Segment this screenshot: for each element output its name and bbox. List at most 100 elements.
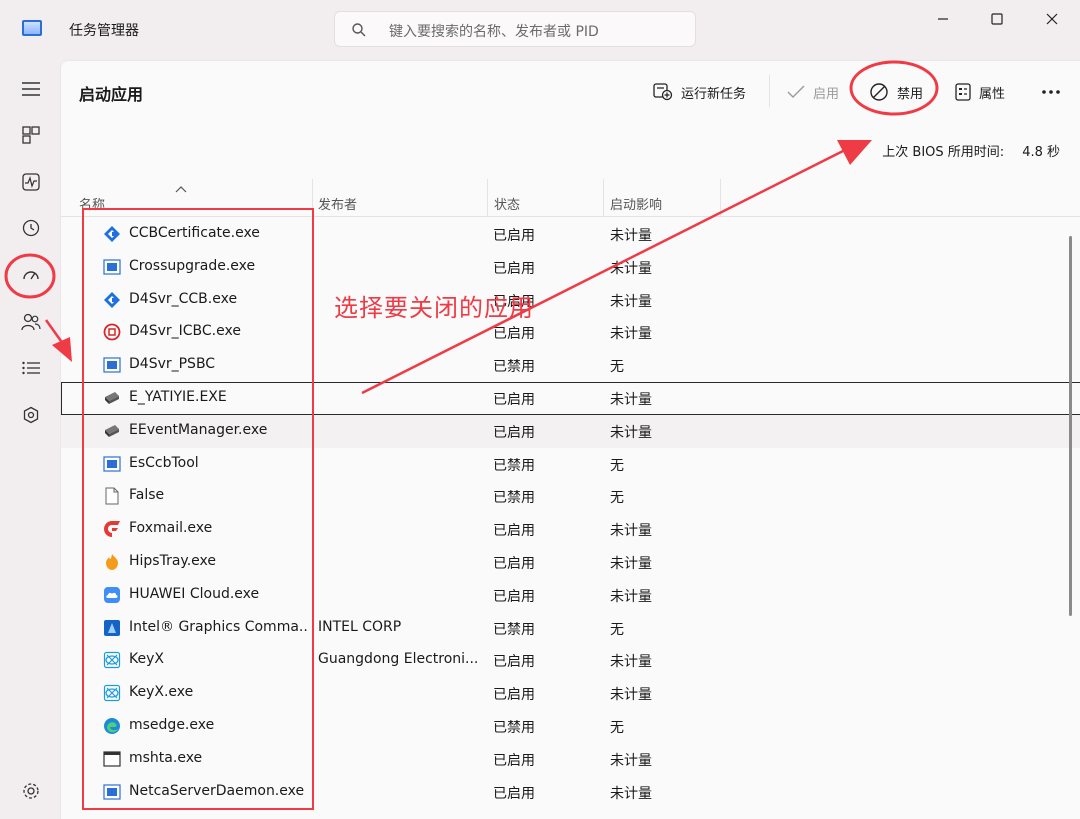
app-name: mshta.exe xyxy=(129,749,203,766)
users-icon xyxy=(21,313,41,331)
more-options-button[interactable] xyxy=(1041,79,1069,105)
sidebar-item-app-history[interactable] xyxy=(14,211,48,245)
column-header-startup-impact[interactable]: 启动影响 xyxy=(610,194,662,213)
run-task-icon xyxy=(653,83,673,101)
table-row[interactable]: E_YATIYIE.EXE 已启用 未计量 xyxy=(61,381,1080,415)
table-row[interactable]: KeyX Guangdong Electroni... 已启用 未计量 xyxy=(61,644,1080,677)
search-box[interactable]: 键入要搜索的名称、发布者或 PID xyxy=(334,11,696,47)
minimize-button[interactable] xyxy=(928,8,958,30)
app-title: 任务管理器 xyxy=(69,23,139,39)
table-row[interactable]: HUAWEI Cloud.exe 已启用 未计量 xyxy=(61,579,1080,612)
table-row[interactable]: Foxmail.exe 已启用 未计量 xyxy=(61,513,1080,546)
table-row[interactable]: D4Svr_PSBC 已禁用 无 xyxy=(61,349,1080,382)
app-name: Foxmail.exe xyxy=(129,520,213,537)
window-app-icon xyxy=(103,783,121,801)
properties-label: 属性 xyxy=(979,86,1006,102)
app-status: 已启用 xyxy=(493,654,535,671)
startup-app-list: CCBCertificate.exe 已启用 未计量 Crossupgrade.exe… xyxy=(61,218,1080,808)
app-startup-impact: 无 xyxy=(610,490,624,507)
app-startup-impact: 未计量 xyxy=(610,391,652,408)
printer-icon xyxy=(103,422,121,440)
sidebar-item-services[interactable] xyxy=(14,398,48,432)
app-name: E_YATIYIE.EXE xyxy=(129,388,227,405)
main-panel: 启动应用 运行新任务 启用 禁用 属性 上次 BIOS 所用时间: 4.8 秒 名… xyxy=(60,60,1080,819)
details-list-icon xyxy=(22,361,40,375)
table-row[interactable]: HipsTray.exe 已启用 未计量 xyxy=(61,546,1080,579)
app-name: CCBCertificate.exe xyxy=(129,225,260,241)
table-row[interactable]: CCBCertificate.exe 已启用 未计量 xyxy=(61,218,1080,251)
vertical-scrollbar[interactable] xyxy=(1069,236,1072,616)
app-status: 已启用 xyxy=(493,752,535,769)
properties-button[interactable]: 属性 xyxy=(955,79,1005,105)
disable-button[interactable]: 禁用 xyxy=(869,79,923,105)
table-row[interactable]: msedge.exe 已禁用 无 xyxy=(61,710,1080,743)
gear-icon xyxy=(23,783,39,799)
app-name: KeyX.exe xyxy=(129,684,194,701)
app-status: 已禁用 xyxy=(493,457,535,474)
sidebar-item-settings[interactable] xyxy=(14,774,48,808)
table-row[interactable]: Intel® Graphics Comma... INTEL CORP 已禁用 无 xyxy=(61,612,1080,645)
search-icon xyxy=(352,23,366,37)
sidebar xyxy=(0,58,60,819)
sidebar-item-users[interactable] xyxy=(14,305,48,339)
table-row[interactable]: False 已禁用 无 xyxy=(61,480,1080,513)
disable-label: 禁用 xyxy=(897,86,924,102)
app-name: msedge.exe xyxy=(129,716,215,733)
app-name: KeyX xyxy=(129,651,164,668)
app-publisher: Guangdong Electroni... xyxy=(318,651,478,668)
app-startup-impact: 未计量 xyxy=(610,523,652,540)
app-startup-impact: 未计量 xyxy=(610,654,652,671)
foxmail-icon xyxy=(103,520,121,538)
sidebar-item-performance[interactable] xyxy=(14,165,48,199)
sidebar-item-startup-apps[interactable] xyxy=(14,258,48,292)
header-divider xyxy=(61,216,1080,217)
run-new-task-label: 运行新任务 xyxy=(681,86,747,102)
column-header-publisher[interactable]: 发布者 xyxy=(318,194,357,213)
window-app-icon xyxy=(103,356,121,374)
history-icon xyxy=(22,219,40,237)
table-row[interactable]: EsCcbTool 已禁用 无 xyxy=(61,448,1080,481)
app-name: D4Svr_ICBC.exe xyxy=(129,323,241,340)
hamburger-menu-button[interactable] xyxy=(14,72,48,106)
enable-button[interactable]: 启用 xyxy=(787,79,839,105)
search-input[interactable]: 键入要搜索的名称、发布者或 PID xyxy=(389,21,599,41)
table-row[interactable]: D4Svr_ICBC.exe 已启用 未计量 xyxy=(61,316,1080,349)
app-name: NetcaServerDaemon.exe xyxy=(129,782,305,799)
edge-icon xyxy=(103,717,121,735)
bios-time-value: 4.8 秒 xyxy=(1022,145,1060,160)
app-status: 已禁用 xyxy=(493,490,535,507)
close-button[interactable] xyxy=(1037,8,1067,30)
app-startup-impact: 未计量 xyxy=(610,555,652,572)
maximize-button[interactable] xyxy=(982,8,1012,30)
more-dots-icon xyxy=(1042,90,1060,94)
table-row[interactable]: EEventManager.exe 已启用 未计量 xyxy=(61,414,1080,448)
app-name: EEventManager.exe xyxy=(129,421,268,438)
table-row[interactable]: D4Svr_CCB.exe 已启用 未计量 xyxy=(61,284,1080,317)
table-row[interactable]: mshta.exe 已启用 未计量 xyxy=(61,743,1080,776)
toolbar-separator xyxy=(769,75,770,107)
app-startup-impact: 未计量 xyxy=(610,260,652,277)
ccb-icon xyxy=(103,225,121,243)
app-name: Crossupgrade.exe xyxy=(129,257,256,274)
table-row[interactable]: Crossupgrade.exe 已启用 未计量 xyxy=(61,251,1080,284)
sidebar-item-processes[interactable] xyxy=(14,118,48,152)
app-startup-impact: 未计量 xyxy=(610,752,652,769)
app-startup-impact: 无 xyxy=(610,621,624,638)
minimize-icon xyxy=(938,18,948,20)
run-new-task-button[interactable]: 运行新任务 xyxy=(653,79,746,105)
column-divider xyxy=(720,179,721,217)
app-startup-impact: 未计量 xyxy=(610,687,652,704)
app-status: 已禁用 xyxy=(493,719,535,736)
bios-time: 上次 BIOS 所用时间: 4.8 秒 xyxy=(882,141,1060,160)
table-row[interactable]: KeyX.exe 已启用 未计量 xyxy=(61,677,1080,710)
column-header-status[interactable]: 状态 xyxy=(494,194,520,213)
column-header-name[interactable]: 名称 xyxy=(79,194,105,213)
disable-circle-slash-icon xyxy=(870,83,888,101)
sidebar-item-details[interactable] xyxy=(14,351,48,385)
processes-icon xyxy=(22,126,40,144)
checkmark-icon xyxy=(787,85,805,98)
app-name: HUAWEI Cloud.exe xyxy=(129,585,260,602)
table-row[interactable]: NetcaServerDaemon.exe 已启用 未计量 xyxy=(61,776,1080,809)
speedometer-icon xyxy=(23,271,39,280)
app-status: 已禁用 xyxy=(493,359,535,376)
